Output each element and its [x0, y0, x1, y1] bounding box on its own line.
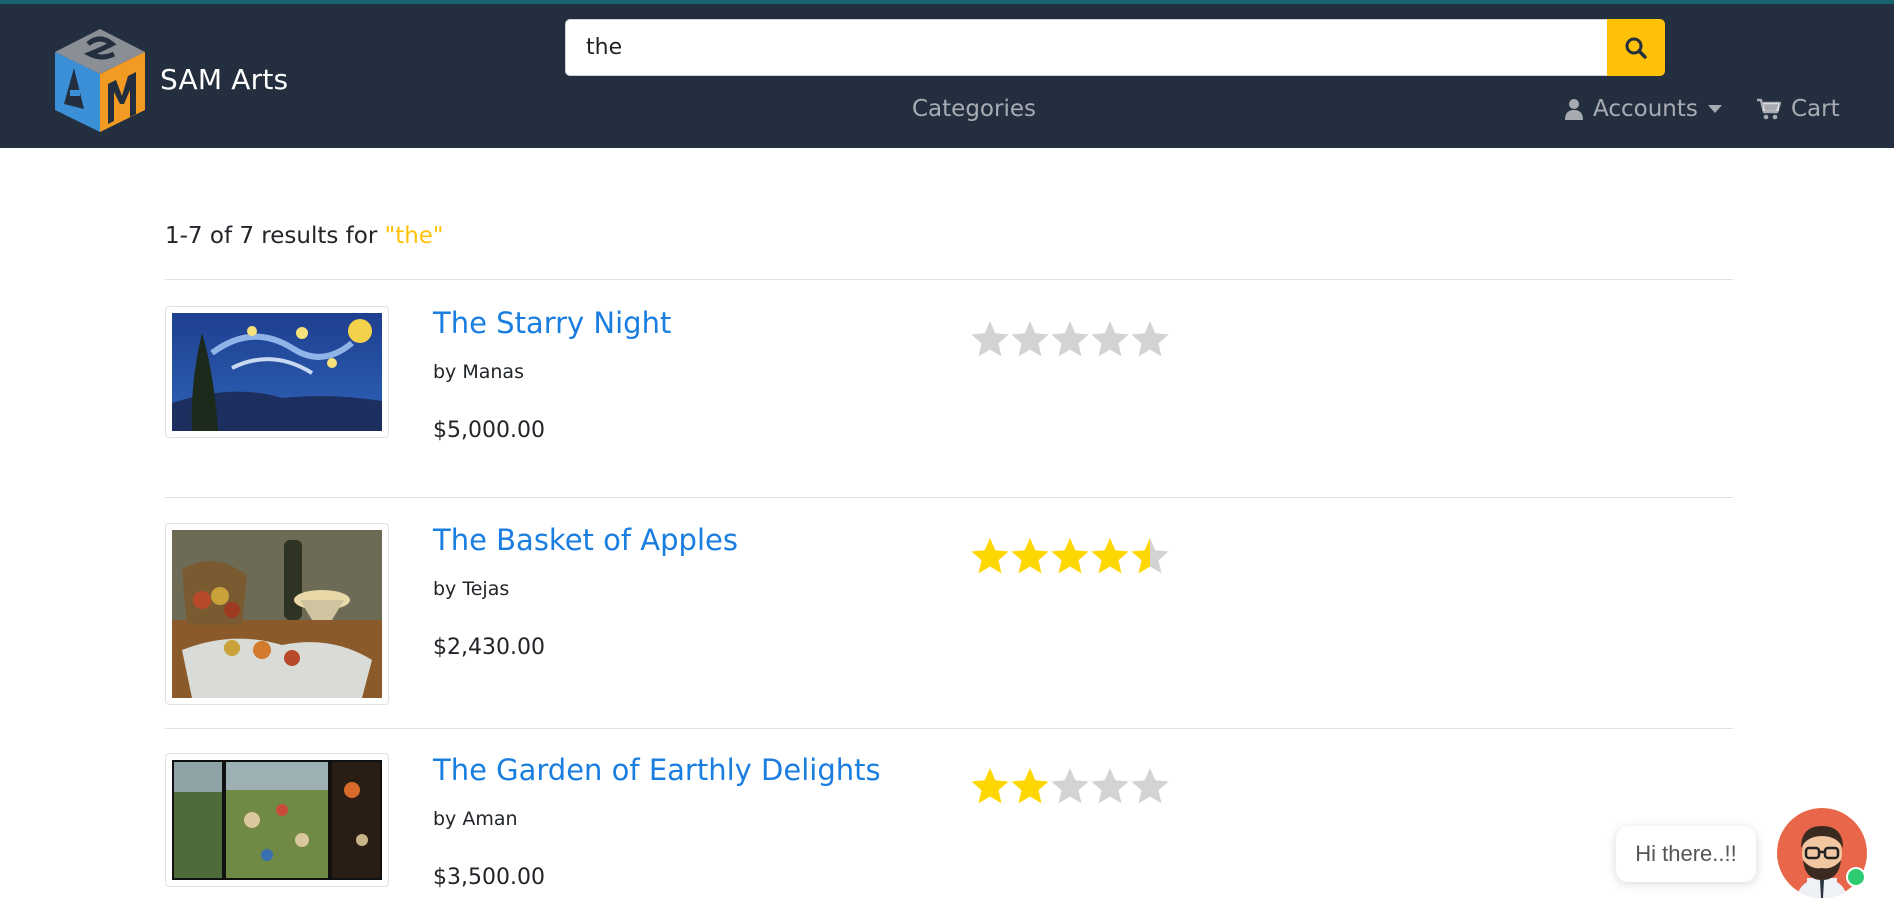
chat-greeting-text: Hi there..!!: [1635, 841, 1737, 866]
sam-logo: [55, 29, 145, 132]
search-bar: [565, 19, 1665, 76]
nav-cart[interactable]: Cart: [1757, 92, 1840, 126]
star-empty-icon: [971, 321, 1009, 357]
result-thumbnail-link[interactable]: [165, 523, 389, 705]
rating-stars: [970, 766, 1170, 806]
result-price: $3,500.00: [433, 865, 545, 890]
star-empty-icon: [1091, 321, 1129, 357]
divider: [165, 728, 1733, 729]
star-empty-icon: [1091, 768, 1129, 804]
nav-categories-label: Categories: [912, 96, 1036, 122]
caret-down-icon: [1707, 105, 1722, 113]
chat-greeting-bubble[interactable]: Hi there..!!: [1616, 826, 1756, 882]
result-artist: by Tejas: [433, 578, 510, 600]
result-thumbnail-link[interactable]: [165, 306, 389, 438]
brand-home-link[interactable]: SAM Arts: [50, 24, 288, 134]
star-empty-icon: [1131, 768, 1169, 804]
result-title-link[interactable]: The Basket of Apples: [433, 523, 738, 557]
user-icon: [1565, 98, 1583, 120]
results-summary: 1-7 of 7 results for "the": [165, 223, 444, 249]
divider: [165, 497, 1733, 498]
nav-categories[interactable]: Categories: [912, 92, 1036, 126]
star-filled-icon: [971, 538, 1009, 574]
nav-cart-label: Cart: [1791, 96, 1840, 122]
nav-accounts-dropdown[interactable]: Accounts: [1565, 92, 1722, 126]
search-input[interactable]: [565, 19, 1607, 76]
rating-stars: [970, 536, 1170, 576]
nav-accounts-label: Accounts: [1593, 96, 1698, 122]
results-count-text: 1-7 of 7 results for: [165, 223, 385, 249]
star-half-icon: [1131, 538, 1169, 574]
result-title-link[interactable]: The Garden of Earthly Delights: [433, 753, 881, 787]
result-artist: by Manas: [433, 361, 524, 383]
divider: [165, 279, 1733, 280]
artwork-image-garden-of-earthly-delights: [172, 760, 382, 880]
star-filled-icon: [1051, 538, 1089, 574]
result-thumbnail-link[interactable]: [165, 753, 389, 887]
result-price: $2,430.00: [433, 635, 545, 660]
result-title-link[interactable]: The Starry Night: [433, 306, 671, 340]
top-navbar: SAM Arts Categories Accounts: [0, 0, 1894, 148]
cart-icon: [1757, 98, 1781, 120]
online-status-indicator: [1846, 867, 1866, 887]
star-empty-icon: [1011, 321, 1049, 357]
star-filled-icon: [971, 768, 1009, 804]
result-artist: by Aman: [433, 808, 518, 830]
result-price: $5,000.00: [433, 418, 545, 443]
star-filled-icon: [1011, 538, 1049, 574]
results-query-text: "the": [384, 223, 444, 249]
rating-stars: [970, 319, 1170, 359]
search-button[interactable]: [1607, 19, 1665, 76]
search-icon: [1625, 37, 1647, 59]
artwork-image-basket-of-apples: [172, 530, 382, 698]
artwork-image-starry-night: [172, 313, 382, 431]
star-empty-icon: [1051, 768, 1089, 804]
star-filled-icon: [1011, 768, 1049, 804]
star-filled-icon: [1091, 538, 1129, 574]
star-empty-icon: [1051, 321, 1089, 357]
brand-name: SAM Arts: [160, 62, 289, 96]
star-empty-icon: [1131, 321, 1169, 357]
